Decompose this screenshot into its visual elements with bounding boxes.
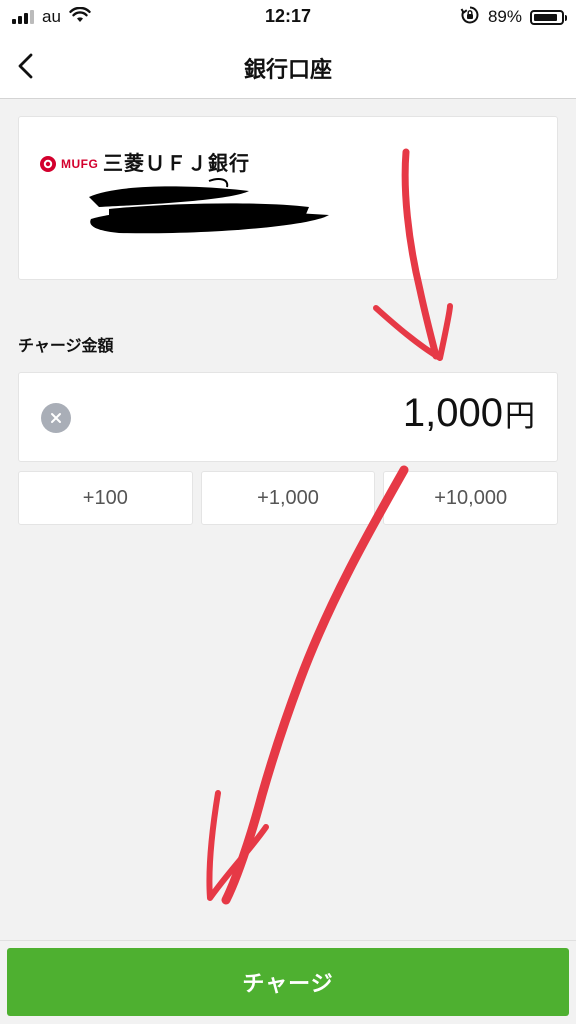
- arrow-lower: [206, 465, 409, 905]
- carrier-name: au: [42, 7, 61, 26]
- signal-icon: [12, 10, 34, 24]
- amount-value: 1,000: [402, 391, 503, 435]
- charge-amount-label: チャージ金額: [18, 336, 114, 355]
- bank-account-card[interactable]: MUFG 三菱ＵＦＪ銀行: [18, 116, 558, 280]
- orientation-lock-icon: [460, 5, 480, 29]
- status-right: 89%: [460, 5, 567, 29]
- charge-button[interactable]: チャージ: [7, 948, 569, 1016]
- status-bar: au 12:17 89%: [0, 0, 576, 34]
- clear-amount-button[interactable]: [41, 403, 71, 433]
- bank-name: 三菱ＵＦＪ銀行: [103, 151, 250, 175]
- redaction-scribble: [89, 178, 329, 234]
- clear-icon: [51, 413, 61, 423]
- amount-display: 1,000 円: [403, 391, 535, 436]
- status-left: au: [12, 6, 91, 28]
- bank-logo: MUFG: [39, 155, 98, 173]
- add-10000-button[interactable]: +10,000: [383, 471, 559, 525]
- wifi-icon: [69, 6, 91, 27]
- battery-percent: 89%: [487, 7, 522, 26]
- battery-fill: [534, 13, 557, 21]
- battery-icon: [530, 9, 567, 25]
- add-1000-button[interactable]: +1,000: [200, 471, 376, 525]
- quick-add-buttons: +100 +1,000 +10,000: [18, 471, 559, 525]
- currency-unit: 円: [505, 399, 535, 434]
- add-100-button[interactable]: +100: [18, 471, 193, 525]
- bottom-divider: [0, 940, 576, 941]
- page-title: 銀行口座: [243, 58, 332, 83]
- mufg-logo-icon: [40, 156, 56, 172]
- navigation-bar: 銀行口座: [0, 34, 576, 99]
- chevron-left-icon: [18, 53, 33, 79]
- back-button[interactable]: [6, 46, 46, 86]
- bank-logo-text: MUFG: [61, 157, 99, 171]
- charge-amount-input[interactable]: 1,000 円: [18, 372, 558, 462]
